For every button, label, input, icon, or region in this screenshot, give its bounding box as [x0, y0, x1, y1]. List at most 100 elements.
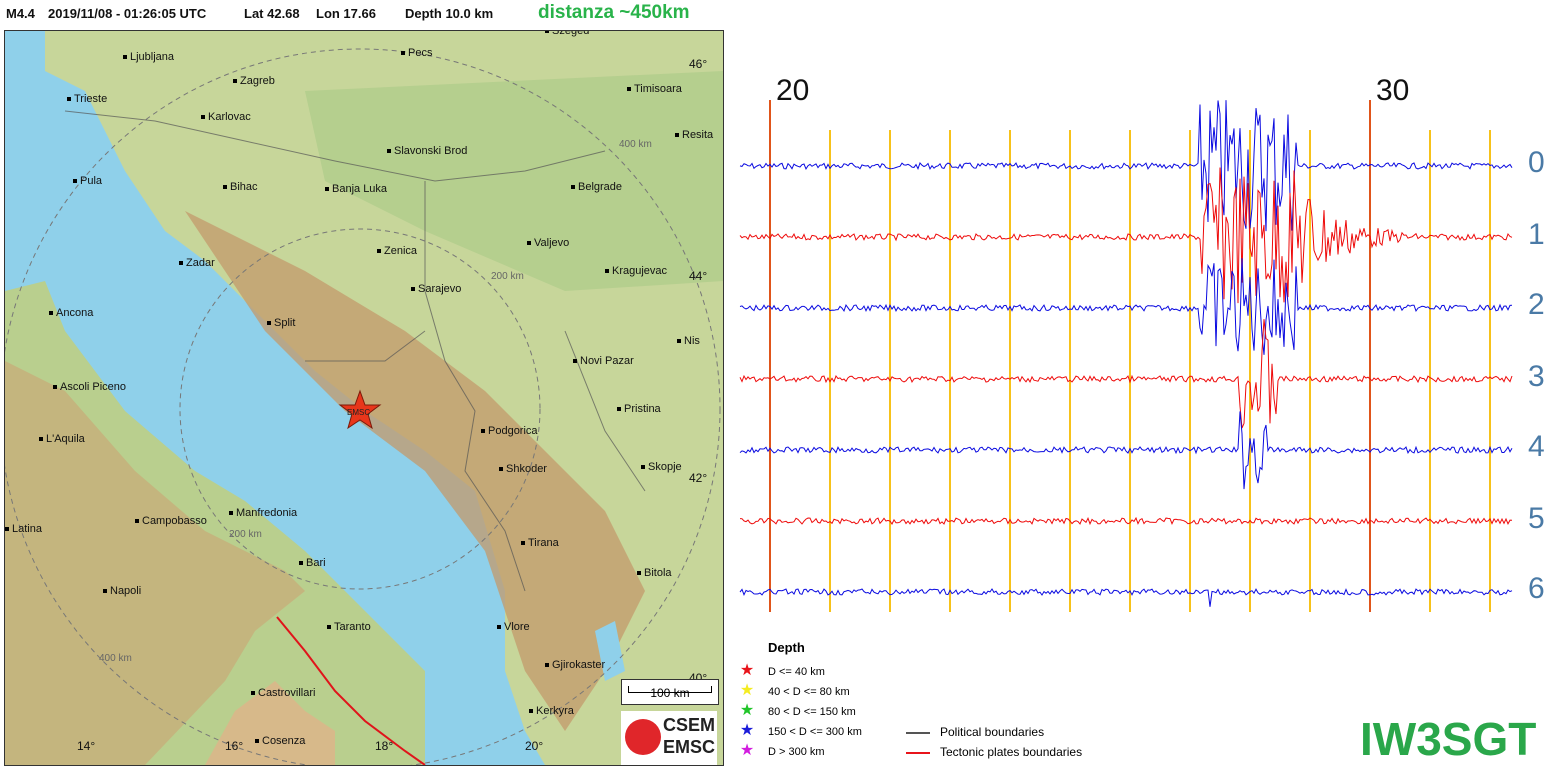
city-label: Tirana	[521, 537, 559, 549]
station-callsign: IW3SGT	[1360, 713, 1537, 765]
trace-channel-6	[739, 588, 1513, 607]
legend-item: ★ 150 < D <= 300 km	[739, 722, 862, 739]
city-label: Gjirokaster	[545, 659, 605, 671]
city-label: Skopje	[641, 461, 682, 473]
trace-channel-4	[739, 411, 1513, 490]
magnitude: M4.4	[6, 6, 35, 21]
city-label: Ascoli Piceno	[53, 381, 126, 393]
epicenter-map: EMSC Ljubljana Pecs Szeged Zagreb Timisoara T…	[4, 30, 724, 766]
depth: Depth 10.0 km	[405, 6, 494, 21]
star-icon: ★	[739, 662, 755, 679]
city-label: Bitola	[637, 567, 672, 579]
city-label: Ljubljana	[123, 51, 174, 63]
city-label: Campobasso	[135, 515, 207, 527]
star-icon: ★	[739, 702, 755, 719]
city-label: Latina	[5, 523, 42, 535]
globe-icon	[625, 719, 661, 755]
legend-title: Depth	[768, 640, 805, 655]
minute-label: 30	[1376, 74, 1410, 107]
city-label: Split	[267, 317, 295, 329]
ring-distance-label: 400 km	[619, 139, 652, 150]
trace-channel-3	[739, 319, 1513, 429]
legend-item: ★ 40 < D <= 80 km	[739, 682, 850, 699]
city-label: Resita	[675, 129, 713, 141]
lat-label: 42°	[689, 471, 708, 485]
city-label: Banja Luka	[325, 183, 387, 195]
city-label: Napoli	[103, 585, 141, 597]
ring-distance-label: 200 km	[491, 271, 524, 282]
channel-label: 6	[1528, 572, 1545, 605]
city-label: Sarajevo	[411, 283, 461, 295]
channel-label: 3	[1528, 360, 1545, 393]
trace-channel-1	[739, 167, 1513, 304]
star-icon: ★	[739, 682, 755, 699]
logo-emsc: EMSC	[663, 737, 716, 757]
city-label: Bari	[299, 557, 326, 569]
city-label: Pecs	[401, 47, 432, 59]
city-label: Valjevo	[527, 237, 569, 249]
epicenter-label: EMSC	[347, 408, 370, 417]
channel-label: 4	[1528, 430, 1545, 463]
star-icon: ★	[739, 722, 755, 739]
legend-item: ★ D <= 40 km	[739, 662, 825, 679]
city-label: Shkoder	[499, 463, 547, 475]
depth-legend: Depth ★ D <= 40 km ★ 40 < D <= 80 km ★ 80 <…	[738, 636, 1118, 766]
city-label: Karlovac	[201, 111, 251, 123]
channel-label: 0	[1528, 146, 1545, 179]
city-label: Kragujevac	[605, 265, 667, 277]
legend-item: ★ D > 300 km	[739, 742, 825, 759]
channel-label: 1	[1528, 218, 1545, 251]
city-label: Nis	[677, 335, 700, 347]
city-label: Szeged	[545, 31, 589, 37]
logo-csem: CSEM	[663, 715, 716, 735]
city-label: Kerkyra	[529, 705, 574, 717]
scale-bar: 100 km	[621, 679, 719, 705]
city-label: Zenica	[377, 245, 417, 257]
city-label: Pula	[73, 175, 102, 187]
trace-channel-2	[739, 258, 1513, 355]
city-label: Timisoara	[627, 83, 682, 95]
city-label: Ancona	[49, 307, 93, 319]
ring-distance-label: 400 km	[99, 653, 132, 664]
lon-label: 14°	[77, 739, 96, 753]
city-label: Slavonski Brod	[387, 145, 467, 157]
star-icon: ★	[739, 742, 755, 759]
city-label: Bihac	[223, 181, 258, 193]
lat-label: 46°	[689, 57, 708, 71]
legend-item: ★ 80 < D <= 150 km	[739, 702, 856, 719]
trace-channel-0	[739, 100, 1513, 232]
lat-label: 44°	[689, 269, 708, 283]
city-label: Podgorica	[481, 425, 538, 437]
city-label: Pristina	[617, 403, 661, 415]
map-header: M4.4 2019/11/08 - 01:26:05 UTC Lat 42.68…	[0, 0, 740, 30]
minute-label: 20	[776, 74, 810, 107]
lon-label: 20°	[525, 739, 544, 753]
city-label: L'Aquila	[39, 433, 85, 445]
seismogram-plot	[739, 100, 1513, 612]
seismogram	[738, 0, 1560, 620]
city-label: Zagreb	[233, 75, 275, 87]
channel-label: 5	[1528, 502, 1545, 535]
city-label: Castrovillari	[251, 687, 315, 699]
event-datetime: 2019/11/08 - 01:26:05 UTC	[48, 6, 207, 21]
city-label: Trieste	[67, 93, 107, 105]
longitude: Lon 17.66	[316, 6, 376, 21]
latitude: Lat 42.68	[244, 6, 300, 21]
lon-label: 16°	[225, 739, 244, 753]
ring-distance-label: 200 km	[229, 529, 262, 540]
legend-tectonic-boundaries: Tectonic plates boundaries	[906, 745, 1082, 759]
emsc-logo: CSEM EMSC	[621, 711, 717, 765]
distance-label: distanza ~450km	[538, 2, 690, 23]
city-label: Zadar	[179, 257, 215, 269]
channel-label: 2	[1528, 288, 1545, 321]
city-label: Vlore	[497, 621, 530, 633]
city-label: Manfredonia	[229, 507, 297, 519]
city-label: Cosenza	[255, 735, 305, 747]
legend-political-boundaries: Political boundaries	[906, 725, 1044, 739]
scale-label: 100 km	[650, 686, 690, 700]
trace-channel-5	[739, 516, 1513, 526]
lon-label: 18°	[375, 739, 394, 753]
city-label: Belgrade	[571, 181, 622, 193]
city-label: Novi Pazar	[573, 355, 634, 367]
city-label: Taranto	[327, 621, 371, 633]
